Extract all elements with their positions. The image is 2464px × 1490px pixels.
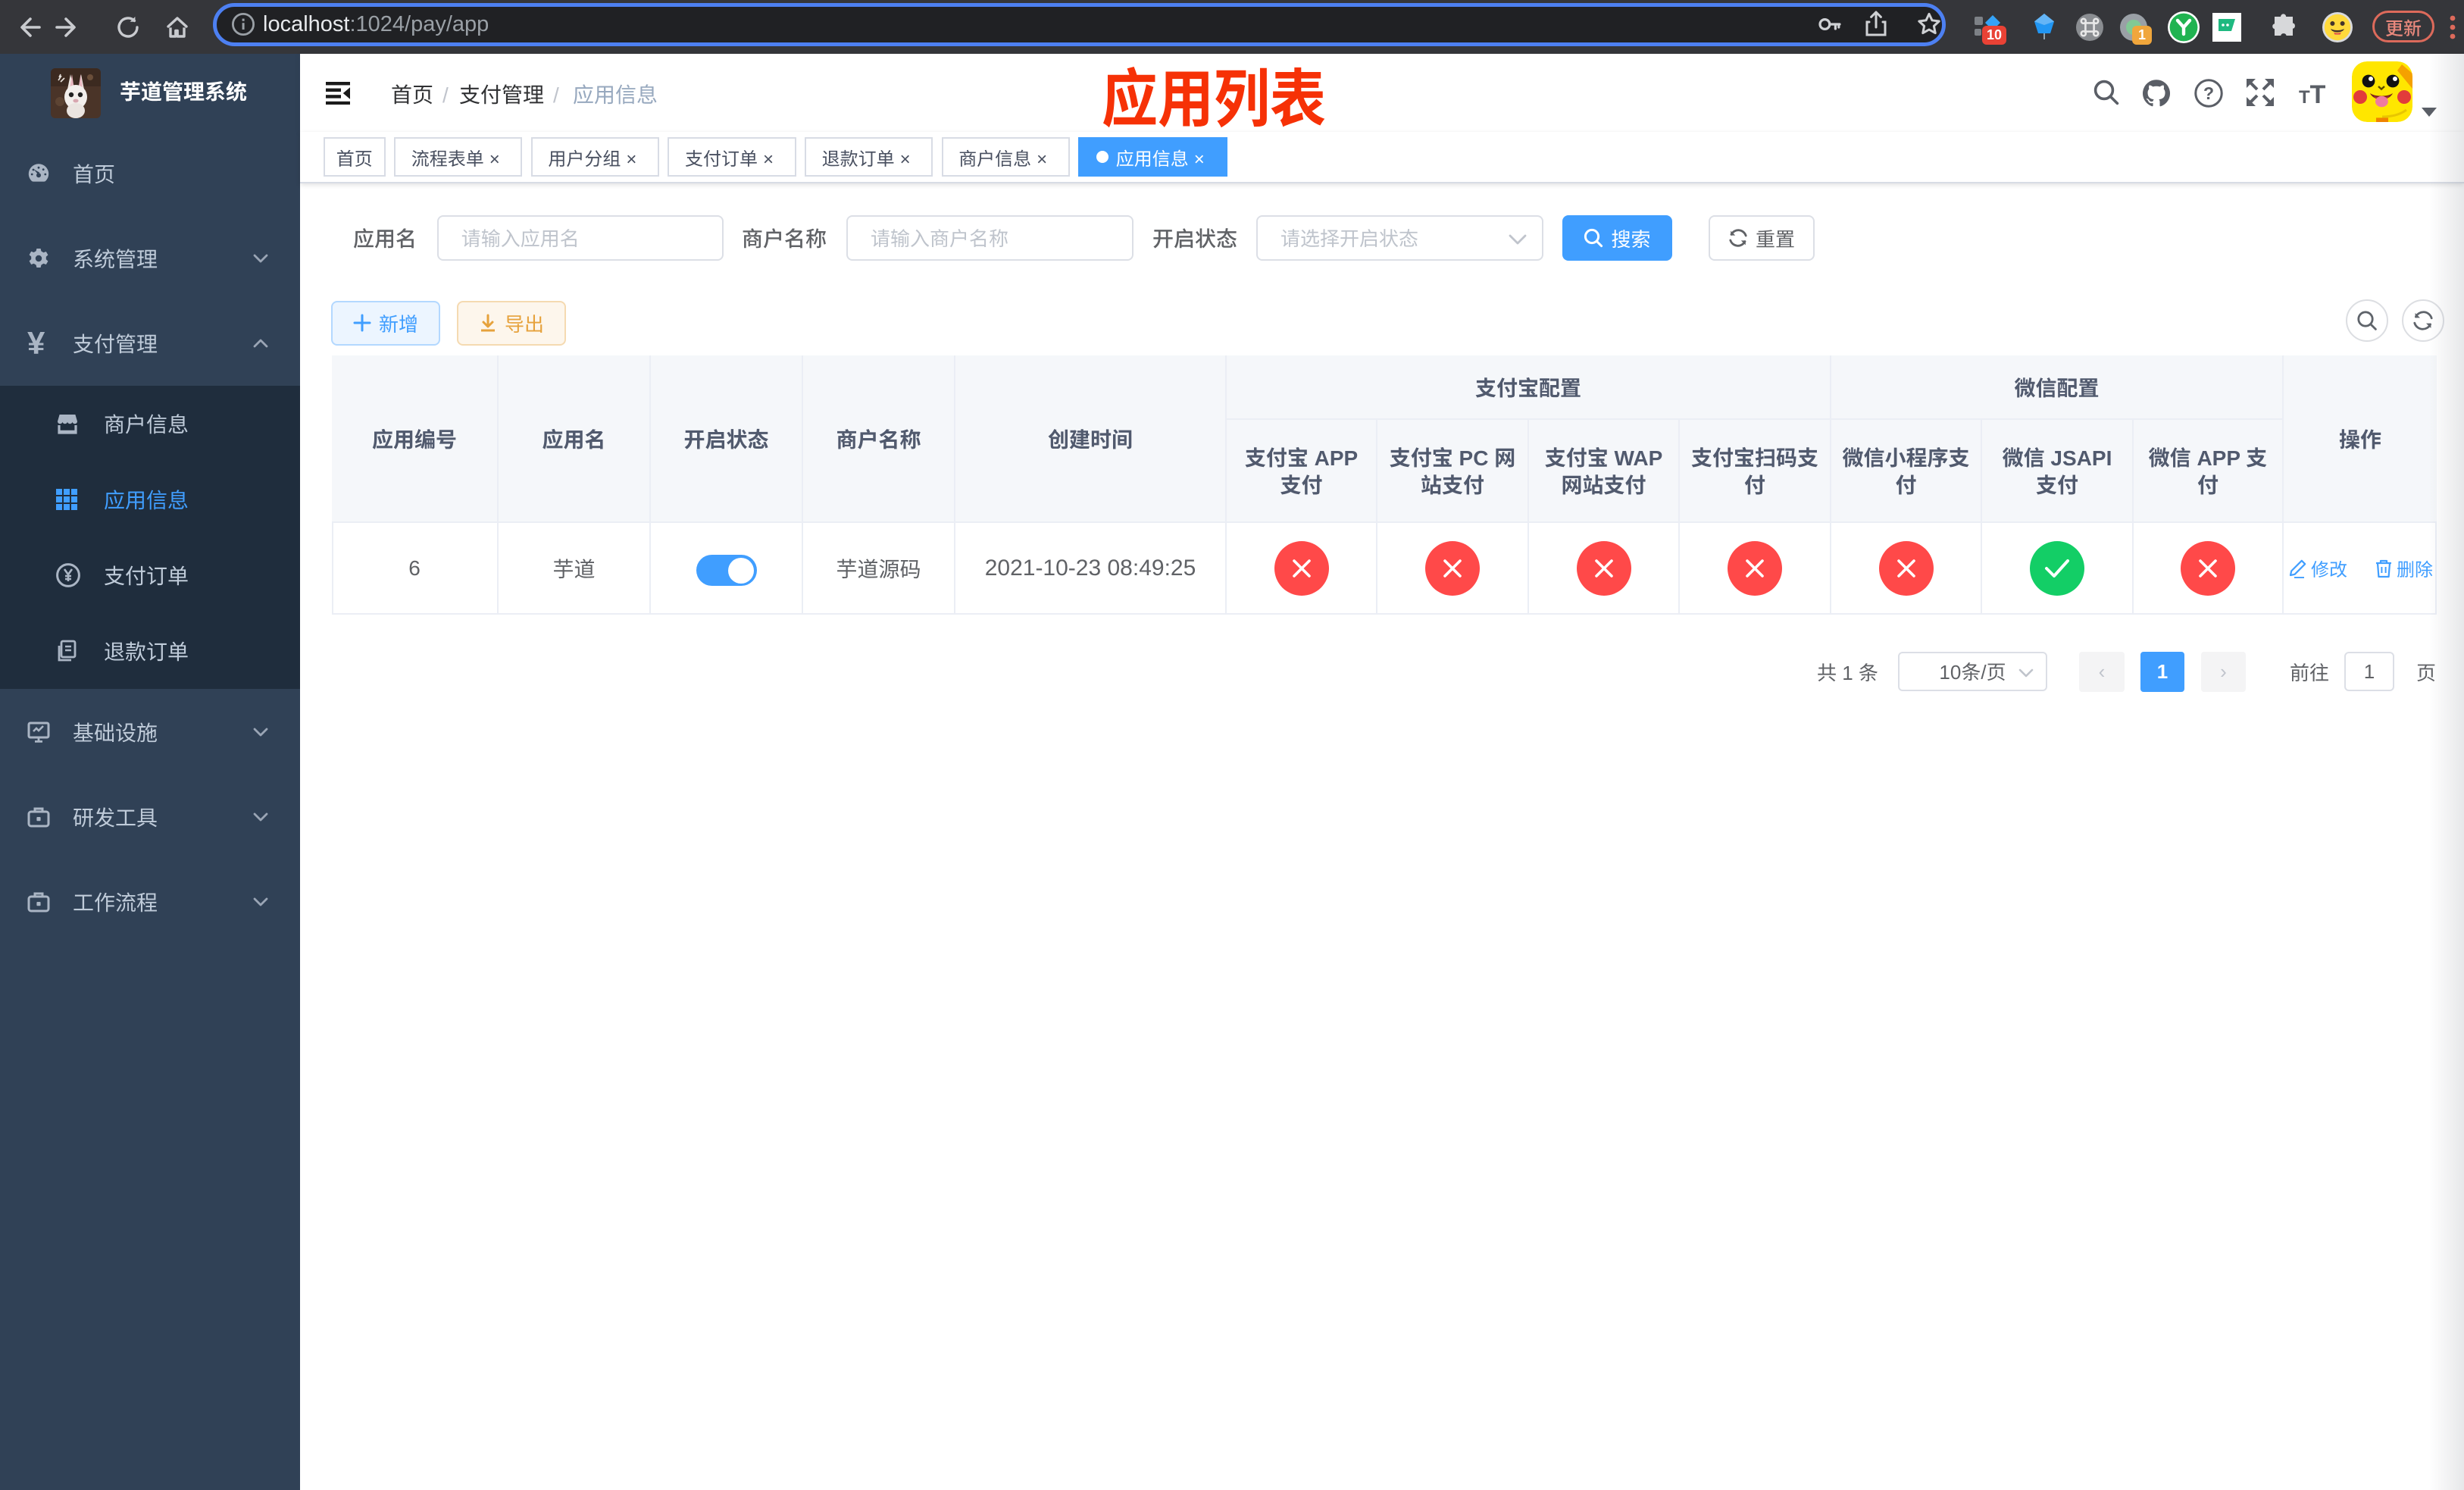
svg-text:?: ? [2203,83,2214,103]
